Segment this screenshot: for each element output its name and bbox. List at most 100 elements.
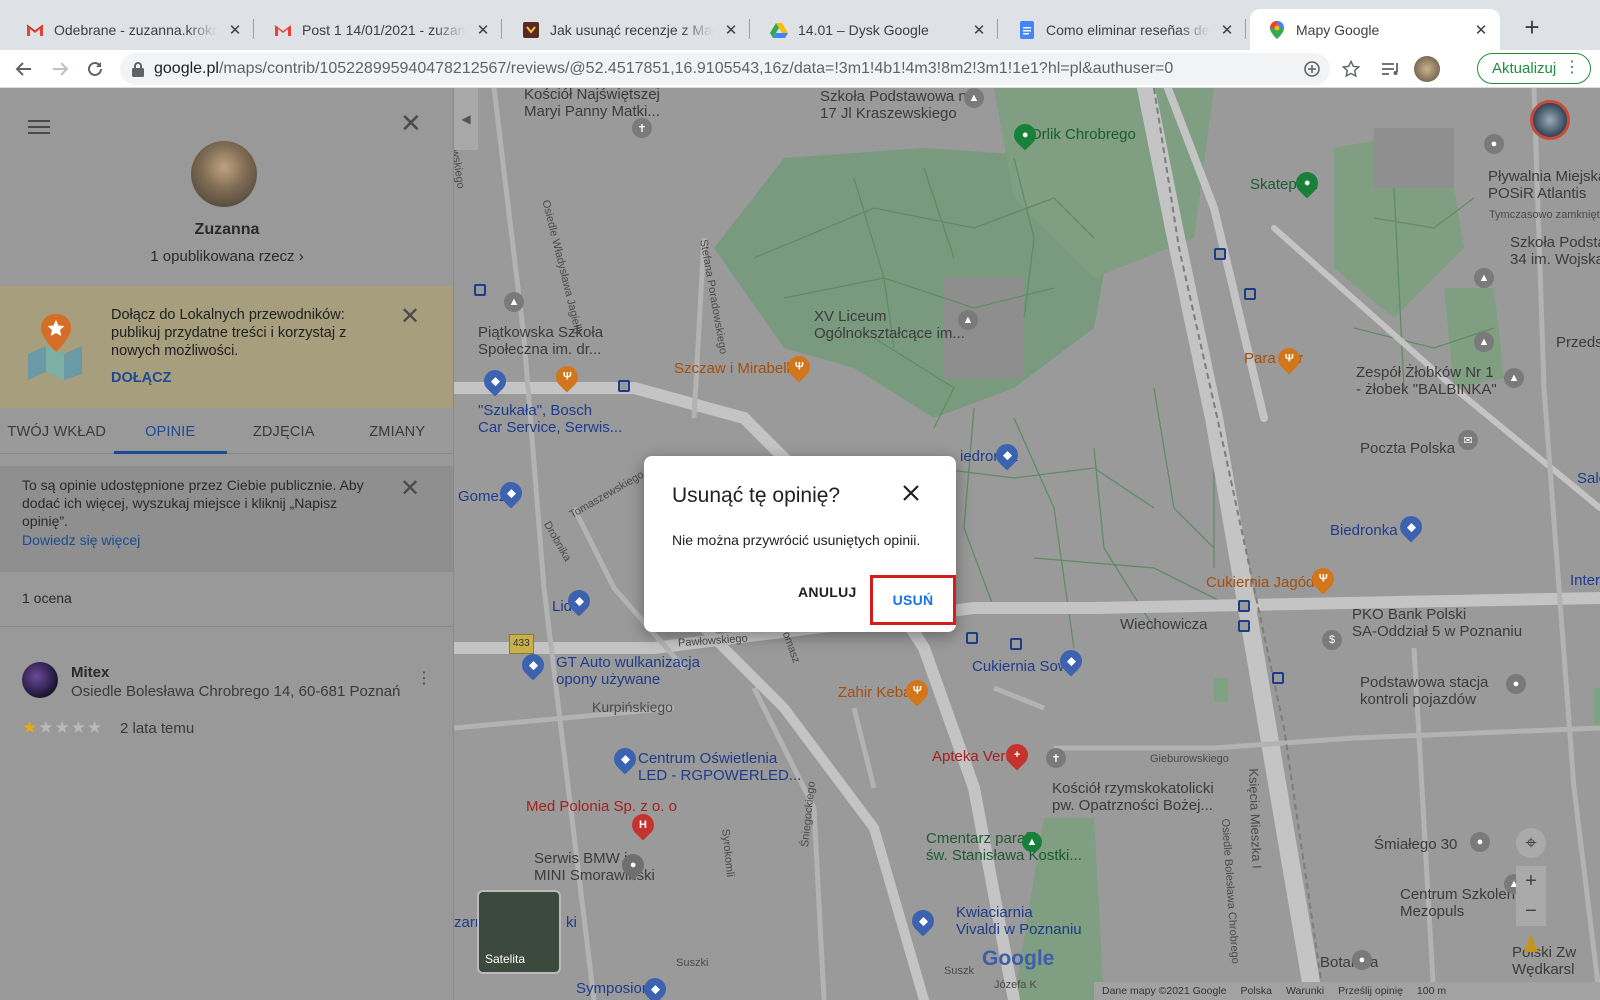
bus-stop-icon[interactable] — [1010, 638, 1022, 650]
close-icon[interactable]: ✕ — [970, 21, 988, 39]
map-label[interactable]: Wiechowicza — [1120, 616, 1208, 634]
delete-button[interactable]: USUŃ — [870, 575, 956, 625]
join-button[interactable]: DOŁĄCZ — [111, 370, 171, 386]
map-label[interactable]: Kościół rzymskokatolicki pw. Opatrzności… — [1052, 780, 1214, 814]
place-avatar[interactable] — [22, 662, 58, 698]
satellite-toggle[interactable]: Satelita — [477, 890, 561, 974]
map-label[interactable]: Podstawowa stacja kontroli pojazdów — [1360, 674, 1488, 708]
pegman-icon[interactable]: ♟ — [1516, 930, 1546, 960]
map-label[interactable]: Cmentarz parafii św. Stanisława Kostki..… — [926, 830, 1082, 864]
place-icon[interactable]: ● — [1484, 134, 1504, 154]
tab-edits[interactable]: ZMIANY — [341, 410, 454, 453]
more-vert-icon[interactable]: ⋮ — [416, 671, 432, 687]
address-bar[interactable]: google.pl/maps/contrib/10522899594047821… — [120, 53, 1330, 85]
place-icon[interactable]: ● — [1352, 950, 1372, 970]
map-label[interactable]: Orlik Chrobrego — [1030, 126, 1136, 144]
published-link[interactable]: 1 opublikowana rzecz › — [0, 248, 453, 265]
user-avatar[interactable] — [191, 141, 257, 207]
map-label[interactable]: Med Polonia Sp. z o. o — [526, 798, 677, 816]
close-icon[interactable] — [896, 478, 926, 508]
tab-reviews[interactable]: OPINIE — [113, 410, 228, 454]
map-label[interactable]: GT Auto wulkanizacja opony używane — [556, 654, 700, 688]
bus-stop-icon[interactable] — [966, 632, 978, 644]
map-label[interactable]: Szczaw i Mirabelki — [674, 360, 797, 378]
map-label[interactable]: XV Liceum Ogólnokształcące im... — [814, 308, 965, 342]
collapse-panel-button[interactable]: ◀ — [454, 88, 478, 150]
map-label[interactable]: "Szukała", Bosch Car Service, Serwis... — [478, 402, 622, 436]
cancel-button[interactable]: ANULUJ — [798, 584, 857, 600]
close-icon[interactable]: ✕ — [1218, 21, 1236, 39]
learn-more-link[interactable]: Dowiedz się więcej — [22, 532, 140, 548]
map-label[interactable]: Szkoła Podstaw 34 im. Wojska P — [1510, 234, 1600, 268]
map-label[interactable]: Symposion — [576, 980, 650, 998]
footer-link-terms[interactable]: Warunki — [1286, 985, 1324, 997]
car-service-icon[interactable]: ● — [1506, 674, 1526, 694]
close-icon[interactable]: ✕ — [1472, 21, 1490, 39]
review-place-name[interactable]: Mitex — [71, 664, 109, 681]
reload-icon[interactable] — [82, 56, 108, 82]
footer-link-country[interactable]: Polska — [1240, 985, 1272, 997]
my-location-icon[interactable]: ⌖ — [1516, 828, 1546, 858]
zoom-out-button[interactable]: − — [1516, 896, 1546, 926]
place-icon[interactable]: ● — [1470, 832, 1490, 852]
cemetery-icon[interactable]: ▲ — [1022, 832, 1042, 852]
browser-tab[interactable]: Odebrane - zuzanna.krokowska ✕ — [8, 9, 254, 50]
map-label[interactable]: Przedszko — [1556, 334, 1600, 352]
close-icon[interactable]: ✕ — [400, 302, 420, 331]
map-label[interactable]: Centrum Oświetlenia LED - RGPOWERLED... — [638, 750, 801, 784]
bus-stop-icon[interactable] — [1272, 672, 1284, 684]
close-icon[interactable]: ✕ — [226, 21, 244, 39]
account-avatar[interactable] — [1530, 100, 1570, 140]
bus-stop-icon[interactable] — [618, 380, 630, 392]
browser-tab[interactable]: Como eliminar reseñas de G ✕ — [1000, 9, 1246, 50]
school-icon[interactable]: ▲ — [1474, 332, 1494, 352]
close-icon[interactable]: ✕ — [474, 21, 492, 39]
school-icon[interactable]: ▲ — [1504, 368, 1524, 388]
map-label[interactable]: Kwiaciarnia Vivaldi w Poznaniu — [956, 904, 1082, 938]
school-icon[interactable]: ▲ — [958, 310, 978, 330]
footer-link-feedback[interactable]: Prześlij opinię — [1338, 985, 1403, 997]
bus-stop-icon[interactable] — [474, 284, 486, 296]
map-label[interactable]: PKO Bank Polski SA-Oddział 5 w Poznaniu — [1352, 606, 1522, 640]
bus-stop-icon[interactable] — [1244, 288, 1256, 300]
map-label[interactable]: Kościół Najświętszej Maryi Panny Matki..… — [524, 88, 660, 120]
add-location-icon[interactable] — [1300, 57, 1324, 81]
map-label[interactable]: Śmiałego 30 — [1374, 836, 1457, 854]
tab-your-contribution[interactable]: TWÓJ WKŁAD — [0, 410, 114, 453]
bank-icon[interactable]: $ — [1322, 630, 1342, 650]
tab-photos[interactable]: ZDJĘCIA — [227, 410, 341, 453]
church-icon[interactable]: ✝ — [632, 118, 652, 138]
profile-avatar[interactable] — [1414, 56, 1440, 82]
school-icon[interactable]: ▲ — [504, 292, 524, 312]
map-label[interactable]: Biedronka — [1330, 522, 1398, 540]
more-vert-icon[interactable]: ⋮ — [1564, 59, 1580, 77]
new-tab-button[interactable]: + — [1518, 14, 1546, 42]
zoom-in-button[interactable]: + — [1516, 866, 1546, 896]
map-canvas[interactable]: Kościół Najświętszej Maryi Panny Matki..… — [454, 88, 1600, 1000]
bus-stop-icon[interactable] — [1214, 248, 1226, 260]
browser-tab-active[interactable]: Mapy Google ✕ — [1250, 9, 1500, 50]
map-label[interactable]: Pływalnia Miejska POSiR Atlantis — [1488, 168, 1600, 202]
browser-tab[interactable]: 14.01 – Dysk Google ✕ — [752, 9, 998, 50]
school-icon[interactable]: ▲ — [1474, 268, 1494, 288]
map-label[interactable]: Zespół Żłobków Nr 1 - żłobek "BALBINKA" — [1356, 364, 1497, 398]
reading-list-icon[interactable] — [1378, 56, 1404, 82]
map-label[interactable]: Interm — [1570, 572, 1600, 590]
close-icon[interactable]: ✕ — [400, 474, 420, 503]
browser-tab[interactable]: Jak usunąć recenzje z Map G ✕ — [504, 9, 750, 50]
update-button[interactable]: Aktualizuj ⋮ — [1477, 53, 1591, 84]
star-icon[interactable] — [1338, 56, 1364, 82]
browser-tab[interactable]: Post 1 14/01/2021 - zuzanna ✕ — [256, 9, 502, 50]
school-icon[interactable]: ▲ — [964, 88, 984, 108]
forward-arrow-icon[interactable] — [47, 56, 73, 82]
close-icon[interactable]: ✕ — [400, 110, 422, 136]
map-label[interactable]: ki — [566, 914, 577, 932]
map-label[interactable]: Szkoła Podstawowa nr 17 Jl Kraszewskiego — [820, 88, 972, 122]
bus-stop-icon[interactable] — [1238, 620, 1250, 632]
bus-stop-icon[interactable] — [1238, 600, 1250, 612]
map-label[interactable]: Poczta Polska — [1360, 440, 1455, 458]
church-icon[interactable]: ✝ — [1046, 748, 1066, 768]
menu-icon[interactable] — [28, 116, 50, 138]
back-arrow-icon[interactable] — [11, 56, 37, 82]
mail-icon[interactable]: ✉ — [1458, 430, 1478, 450]
